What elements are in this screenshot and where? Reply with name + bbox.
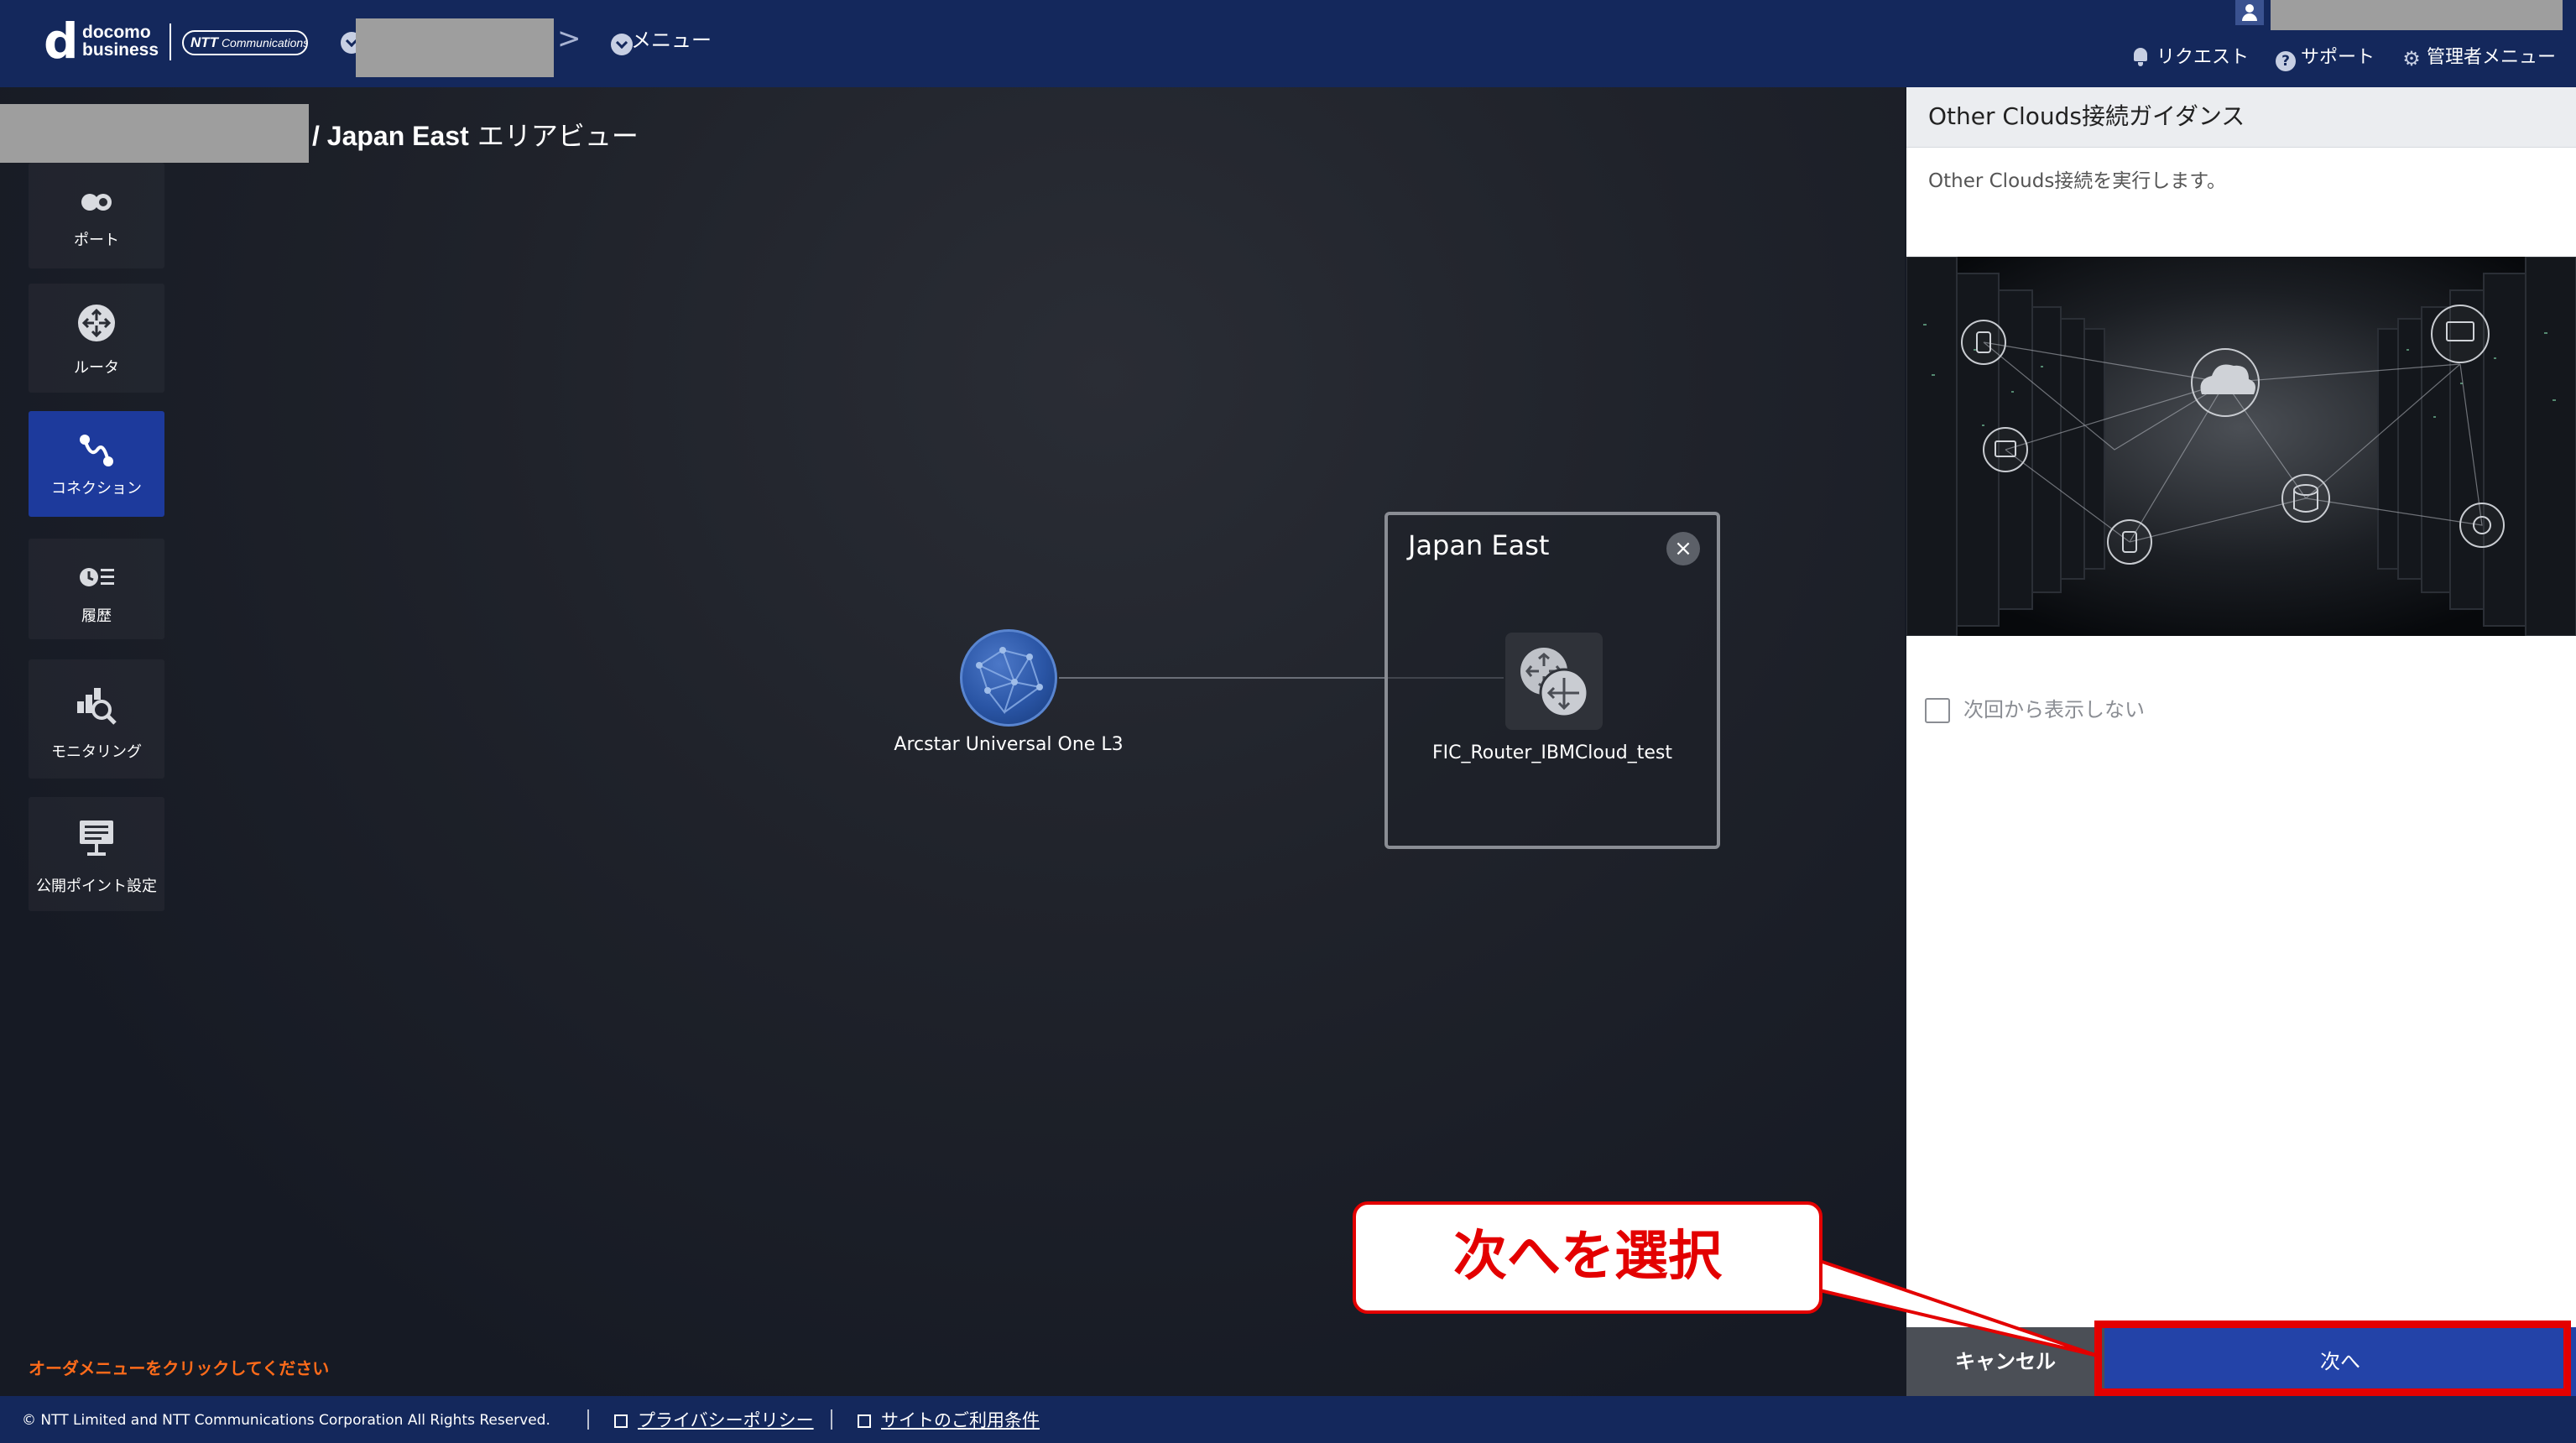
- callout-text: 次へを選択: [1453, 1226, 1722, 1288]
- terms-of-use-link[interactable]: サイトのご利用条件: [858, 1409, 1040, 1431]
- external-link-icon: [858, 1414, 871, 1428]
- copyright-text: © NTT Limited and NTT Communications Cor…: [22, 1412, 550, 1429]
- footer-separator: [831, 1409, 832, 1430]
- terms-of-use-label: サイトのご利用条件: [881, 1410, 1040, 1430]
- footer: © NTT Limited and NTT Communications Cor…: [0, 1396, 2576, 1443]
- external-link-icon: [614, 1414, 628, 1428]
- privacy-policy-label: プライバシーポリシー: [638, 1410, 814, 1430]
- next-button-highlight: [2094, 1321, 2571, 1396]
- privacy-policy-link[interactable]: プライバシーポリシー: [614, 1409, 814, 1431]
- app-root: d docomo business NTT Communications > メ…: [0, 0, 2576, 1443]
- callout-pointer: [1811, 1257, 2099, 1357]
- instruction-callout: 次へを選択: [1353, 1201, 1822, 1314]
- footer-separator: [587, 1409, 589, 1430]
